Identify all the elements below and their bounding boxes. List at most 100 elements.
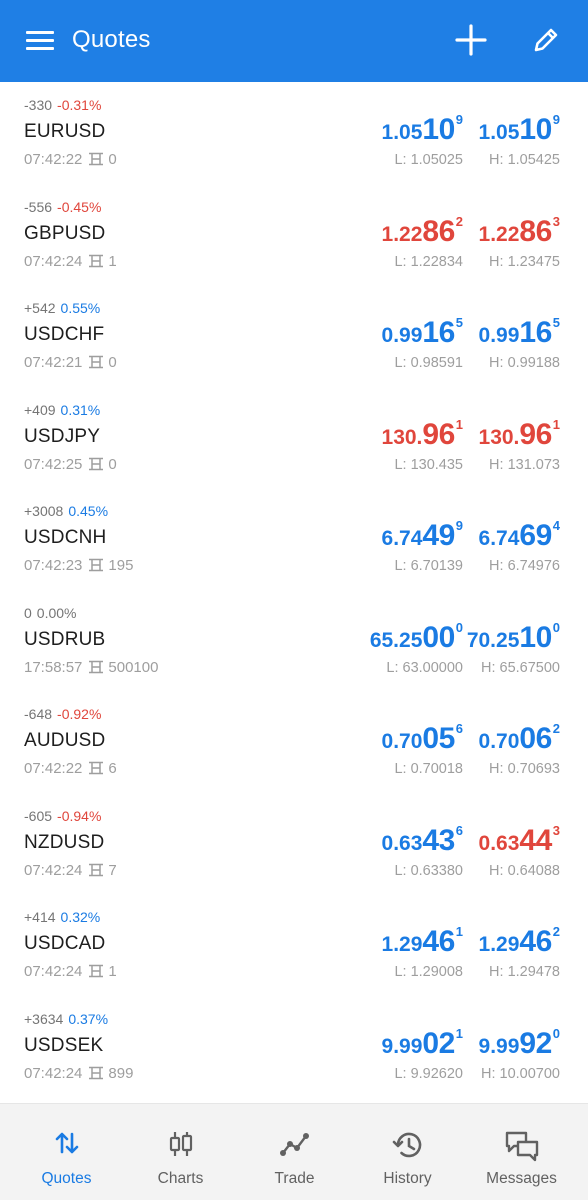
quote-row-gbpusd[interactable]: -556 -0.45% GBPUSD 07:42:24 1 1.22862 L: 1…: [0, 190, 588, 292]
spread-icon: [88, 558, 104, 576]
spread-value: 195: [108, 557, 134, 574]
candlestick-icon: [167, 1130, 195, 1163]
change-points: +414: [24, 909, 56, 925]
spread-icon: [88, 355, 104, 373]
change-points: -605: [24, 807, 53, 824]
quote-meta: 07:42:25 0: [24, 456, 117, 475]
spread-value: 6: [108, 760, 117, 777]
nav-trade-label: Trade: [274, 1170, 315, 1187]
nav-quotes-label: Quotes: [41, 1170, 92, 1187]
quote-meta: 17:58:57 500100: [24, 659, 158, 678]
change-percent: 0.00%: [36, 604, 77, 621]
quote-time: 17:58:57: [24, 658, 83, 676]
nav-messages[interactable]: Messages: [463, 1104, 580, 1200]
change-label: -556 -0.45%: [24, 199, 101, 215]
bid-price: 65.25000: [369, 619, 463, 654]
bid-price: 6.74499: [381, 518, 463, 552]
add-symbol-icon[interactable]: [452, 21, 490, 59]
quote-row-usdsek[interactable]: +3634 0.37% USDSEK 07:42:24 899 9.99021 L:…: [0, 1002, 588, 1104]
quote-row-usdcnh[interactable]: +3008 0.45% USDCNH 07:42:23 195 6.74499 L:…: [0, 494, 588, 596]
ask-price: 1.05109: [478, 112, 560, 146]
high-price: H: 6.74976: [489, 558, 560, 574]
ask-price: 1.29462: [478, 924, 560, 958]
high-price: H: 131.073: [489, 456, 560, 473]
menu-icon[interactable]: [26, 28, 56, 52]
symbol-name: USDCHF: [24, 324, 105, 345]
low-price: L: 1.22834: [394, 253, 463, 270]
spread-value: 1: [108, 963, 117, 980]
quote-row-usdcad[interactable]: +414 0.32% USDCAD 07:42:24 1 1.29461 L: 1.…: [0, 900, 588, 1002]
bid-price: 9.99021: [381, 1025, 463, 1060]
low-price: L: 1.05025: [394, 152, 463, 168]
change-points: -556: [24, 198, 53, 215]
quote-time: 07:42:24: [24, 252, 83, 270]
high-price: H: 0.64088: [489, 862, 560, 879]
ask-price: 70.25100: [466, 619, 560, 654]
edit-pencil-icon[interactable]: [528, 22, 564, 58]
change-percent: -0.45%: [57, 198, 102, 215]
ask-price: 9.99920: [478, 1025, 560, 1060]
quote-meta: 07:42:22 0: [24, 151, 117, 170]
spread-value: 0: [108, 455, 117, 473]
spread-value: 500100: [108, 658, 159, 676]
bid-price: 0.99165: [381, 315, 463, 349]
high-price: H: 1.29478: [489, 964, 560, 980]
change-label: +542 0.55%: [24, 300, 100, 316]
symbol-name: USDRUB: [24, 628, 106, 650]
quotes-arrows-icon: [53, 1130, 81, 1161]
quote-meta: 07:42:24 1: [24, 963, 117, 982]
quote-meta: 07:42:21 0: [24, 354, 117, 373]
symbol-name: USDJPY: [24, 425, 101, 447]
change-percent: 0.31%: [60, 401, 101, 418]
low-price: L: 6.70139: [394, 558, 463, 574]
spread-value: 899: [108, 1064, 134, 1082]
quote-row-usdjpy[interactable]: +409 0.31% USDJPY 07:42:25 0 130.961 L: 13…: [0, 393, 588, 495]
change-points: +3008: [24, 503, 64, 519]
quote-time: 07:42:22: [24, 760, 83, 777]
change-points: -648: [24, 706, 53, 722]
nav-quotes[interactable]: Quotes: [8, 1104, 125, 1200]
change-percent: 0.37%: [68, 1010, 109, 1027]
high-price: H: 0.70693: [489, 761, 560, 777]
nav-charts-label: Charts: [157, 1170, 204, 1187]
nav-charts[interactable]: Charts: [122, 1104, 239, 1200]
change-label: +3008 0.45%: [24, 503, 108, 519]
high-price: H: 10.00700: [480, 1065, 560, 1082]
quote-time: 07:42:25: [24, 455, 83, 473]
ask-price: 6.74694: [478, 518, 560, 552]
symbol-name: USDSEK: [24, 1034, 104, 1056]
change-percent: 0.55%: [60, 300, 101, 316]
quote-time: 07:42:24: [24, 1064, 83, 1082]
quote-row-usdchf[interactable]: +542 0.55% USDCHF 07:42:21 0 0.99165 L: 0.…: [0, 291, 588, 393]
spread-icon: [88, 761, 104, 779]
page-title: Quotes: [72, 26, 151, 53]
low-price: L: 1.29008: [394, 964, 463, 980]
change-points: 0: [24, 604, 32, 621]
spread-icon: [88, 964, 104, 982]
spread-value: 1: [108, 252, 117, 270]
nav-trade[interactable]: Trade: [236, 1104, 353, 1200]
low-price: L: 0.70018: [394, 761, 463, 777]
low-price: L: 130.435: [394, 456, 463, 473]
bid-price: 0.70056: [381, 721, 463, 755]
bid-price: 0.63436: [381, 822, 463, 857]
app-bar: Quotes: [0, 0, 588, 82]
quote-row-audusd[interactable]: -648 -0.92% AUDUSD 07:42:22 6 0.70056 L: 0…: [0, 697, 588, 799]
quote-row-eurusd[interactable]: -330 -0.31% EURUSD 07:42:22 0 1.05109 L: 1…: [0, 88, 588, 190]
change-percent: -0.94%: [57, 807, 102, 824]
quote-time: 07:42:23: [24, 557, 83, 574]
quote-time: 07:42:21: [24, 354, 83, 371]
quote-row-usdrub[interactable]: 0 0.00% USDRUB 17:58:57 500100 65.25000 L:…: [0, 596, 588, 698]
quote-row-nzdusd[interactable]: -605 -0.94% NZDUSD 07:42:24 7 0.63436 L: 0…: [0, 799, 588, 901]
high-price: H: 1.05425: [489, 152, 560, 168]
change-label: +414 0.32%: [24, 909, 100, 925]
spread-icon: [88, 457, 104, 475]
quotes-list: -330 -0.31% EURUSD 07:42:22 0 1.05109 L: 1…: [0, 88, 588, 1103]
nav-history[interactable]: History: [349, 1104, 466, 1200]
quote-time: 07:42:24: [24, 963, 83, 980]
change-percent: -0.92%: [57, 706, 102, 722]
quote-time: 07:42:24: [24, 861, 83, 879]
low-price: L: 63.00000: [386, 659, 463, 676]
change-label: -648 -0.92%: [24, 706, 101, 722]
low-price: L: 9.92620: [394, 1065, 463, 1082]
